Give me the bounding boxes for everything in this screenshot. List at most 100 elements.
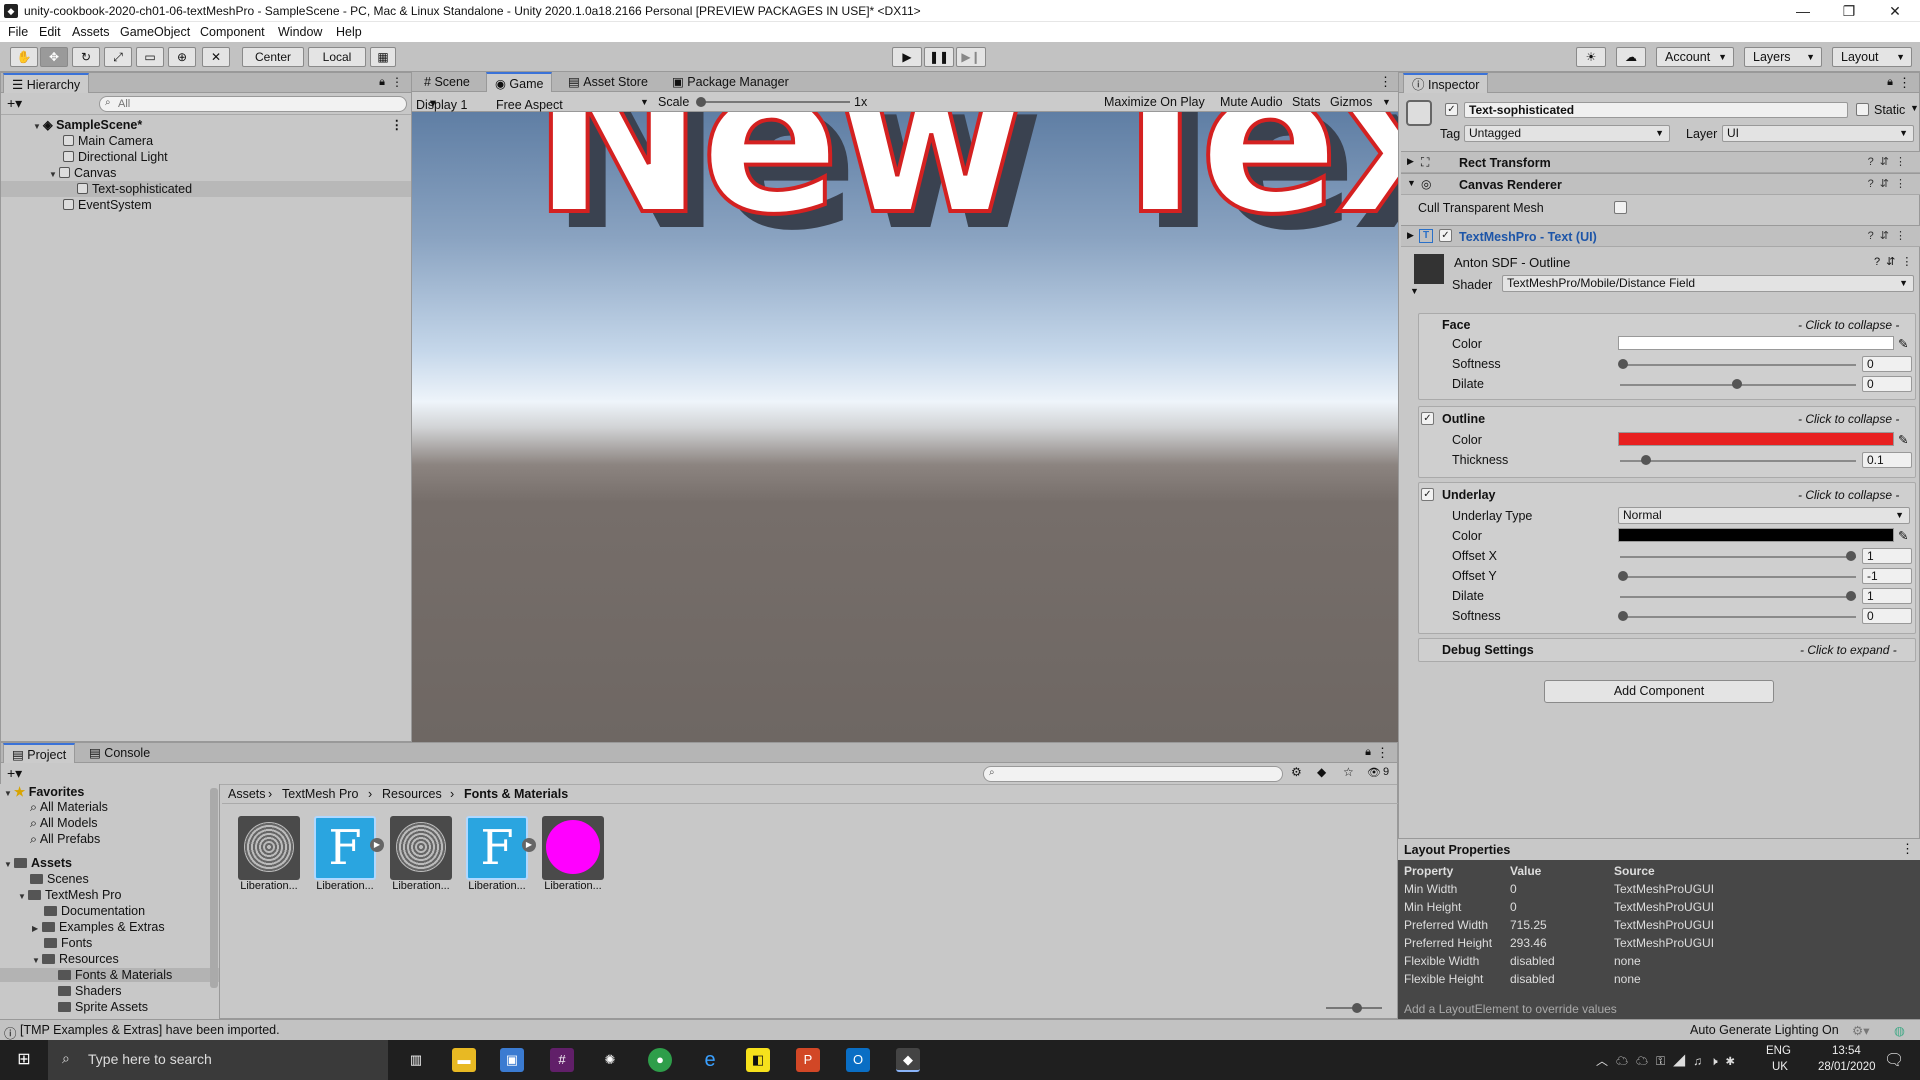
underlay-softness-knob[interactable]	[1618, 611, 1628, 621]
lock-icon[interactable]: 🔒︎	[1365, 746, 1371, 759]
mute-audio-toggle[interactable]: Mute Audio	[1220, 95, 1283, 109]
pivot-local-button[interactable]: Local	[308, 47, 366, 67]
outline-thickness-knob[interactable]	[1641, 455, 1651, 465]
hierarchy-search-input[interactable]	[99, 96, 407, 112]
breadcrumb-item[interactable]: Fonts & Materials	[464, 787, 568, 801]
outline-thickness-field[interactable]: 0.1	[1862, 452, 1912, 468]
expand-arrow-icon[interactable]: ▶	[32, 924, 42, 933]
folder-item[interactable]: Scenes	[30, 872, 89, 886]
maximize-icon[interactable]: ❐	[1826, 0, 1872, 22]
move-tool-icon[interactable]: ✥	[40, 47, 68, 67]
region-indicator[interactable]: UK	[1772, 1061, 1788, 1073]
tag-dropdown[interactable]: Untagged ▼	[1464, 125, 1670, 142]
menu-gameobject[interactable]: GameObject	[120, 25, 190, 39]
stats-toggle[interactable]: Stats	[1292, 95, 1321, 109]
underlay-dilate-slider[interactable]	[1620, 596, 1856, 598]
underlay-softness-field[interactable]: 0	[1862, 608, 1912, 624]
expand-arrow-icon[interactable]: ▼	[32, 956, 42, 965]
windows-start-icon[interactable]: ⊞	[12, 1048, 36, 1072]
folder-item[interactable]: ▶ Examples & Extras	[32, 920, 165, 934]
expand-arrow-icon[interactable]: ▶	[1407, 156, 1414, 167]
kebab-menu-icon[interactable]: ⋮	[1901, 841, 1914, 857]
font-atlas-thumbnail[interactable]	[390, 816, 452, 880]
face-collapse-toggle[interactable]: - Click to collapse -	[1798, 318, 1910, 332]
outline-collapse-toggle[interactable]: - Click to collapse -	[1798, 412, 1910, 426]
expand-arrow-icon[interactable]: ▼	[4, 789, 14, 798]
favorites-node[interactable]: ▼ ★ Favorites	[4, 784, 84, 799]
tab-scene[interactable]: # Scene	[416, 72, 478, 92]
minimize-icon[interactable]: —	[1780, 0, 1826, 22]
layer-dropdown[interactable]: UI ▼	[1722, 125, 1914, 142]
clock-date[interactable]: 28/01/2020	[1818, 1061, 1876, 1073]
play-expand-icon[interactable]: ▶	[370, 838, 384, 852]
material-thumbnail[interactable]	[542, 816, 604, 880]
slack-icon[interactable]: #	[550, 1048, 574, 1072]
kebab-menu-icon[interactable]: ⋮	[391, 117, 404, 133]
rect-transform-header[interactable]: ▶ ⛶ Rect Transform ?⇵⋮	[1401, 151, 1920, 173]
scene-row[interactable]: ▼ ◈ SampleScene* ⋮	[1, 117, 411, 133]
favorite-star-icon[interactable]: ☆	[1343, 765, 1354, 779]
underlay-softness-slider[interactable]	[1620, 616, 1856, 618]
eyedropper-icon[interactable]: ✎	[1898, 336, 1908, 351]
menu-help[interactable]: Help	[336, 25, 362, 39]
menu-window[interactable]: Window	[278, 25, 322, 39]
pivot-center-button[interactable]: Center	[242, 47, 304, 67]
clock-time[interactable]: 13:54	[1832, 1045, 1861, 1057]
active-checkbox[interactable]: ✓	[1445, 103, 1458, 116]
menu-assets[interactable]: Assets	[72, 25, 110, 39]
status-message[interactable]: [TMP Examples & Extras] have been import…	[20, 1023, 280, 1037]
edge-icon[interactable]: e	[698, 1048, 722, 1072]
folder-item[interactable]: ▼ Resources	[32, 952, 119, 966]
tab-console[interactable]: ▤ Console	[81, 743, 158, 763]
underlay-checkbox[interactable]: ✓	[1421, 488, 1434, 501]
kebab-menu-icon[interactable]: ⋮	[391, 75, 403, 89]
add-component-button[interactable]: Add Component	[1544, 680, 1774, 703]
hand-tool-icon[interactable]: ✋	[10, 47, 38, 67]
static-checkbox[interactable]	[1856, 103, 1869, 116]
play-expand-icon[interactable]: ▶	[522, 838, 536, 852]
underlay-dilate-knob[interactable]	[1846, 591, 1856, 601]
hierarchy-item-main-camera[interactable]: Main Camera	[1, 133, 411, 149]
face-dilate-field[interactable]: 0	[1862, 376, 1912, 392]
offset-y-knob[interactable]	[1618, 571, 1628, 581]
filter-label-icon[interactable]: ◆	[1317, 765, 1326, 779]
close-icon[interactable]: ✕	[1872, 0, 1918, 22]
folder-item[interactable]: Sprite Assets	[58, 1000, 148, 1014]
rotate-tool-icon[interactable]: ↻	[72, 47, 100, 67]
scale-tool-icon[interactable]: ⤢	[104, 47, 132, 67]
scale-slider-knob[interactable]	[696, 97, 706, 107]
eyedropper-icon[interactable]: ✎	[1898, 432, 1908, 447]
language-indicator[interactable]: ENG	[1766, 1045, 1791, 1057]
underlay-color-swatch[interactable]	[1618, 528, 1894, 542]
menu-edit[interactable]: Edit	[39, 25, 61, 39]
underlay-dilate-field[interactable]: 1	[1862, 588, 1912, 604]
powerpoint-icon[interactable]: P	[796, 1048, 820, 1072]
underlay-type-dropdown[interactable]: Normal ▼	[1618, 507, 1910, 524]
layout-properties-header[interactable]: Layout Properties ⋮	[1398, 838, 1920, 860]
breadcrumb-item[interactable]: TextMesh Pro	[282, 787, 358, 801]
expand-arrow-icon[interactable]: ▼	[1410, 286, 1419, 296]
project-search-input[interactable]	[983, 766, 1283, 782]
tab-package-manager[interactable]: ▣ Package Manager	[664, 72, 797, 92]
lock-icon[interactable]: 🔒︎	[1887, 76, 1893, 89]
outline-checkbox[interactable]: ✓	[1421, 412, 1434, 425]
component-header-icons[interactable]: ?⇵⋮	[1868, 155, 1912, 168]
offset-x-slider[interactable]	[1620, 556, 1856, 558]
hidden-packages-icon[interactable]: 👁︎	[1367, 766, 1381, 779]
custom-tool-icon[interactable]: ✕	[202, 47, 230, 67]
tmp-header[interactable]: ▶ T ✓ TextMeshPro - Text (UI) ?⇵⋮	[1401, 225, 1920, 247]
grid-snap-icon[interactable]: ▦	[370, 47, 396, 67]
debug-expand-toggle[interactable]: - Click to expand -	[1800, 643, 1910, 657]
add-icon[interactable]: +▾	[7, 95, 22, 112]
offset-y-field[interactable]: -1	[1862, 568, 1912, 584]
tab-game[interactable]: ◉ Game	[486, 72, 553, 92]
breadcrumb-item[interactable]: Resources	[382, 787, 442, 801]
step-button-icon[interactable]: ▶❙	[956, 47, 986, 67]
transform-tool-icon[interactable]: ⊕	[168, 47, 196, 67]
hierarchy-item-eventsystem[interactable]: EventSystem	[1, 197, 411, 213]
offset-x-knob[interactable]	[1846, 551, 1856, 561]
pause-button-icon[interactable]: ❚❚	[924, 47, 954, 67]
face-dilate-knob[interactable]	[1732, 379, 1742, 389]
expand-arrow-icon[interactable]: ▼	[4, 860, 14, 869]
menu-file[interactable]: File	[8, 25, 28, 39]
